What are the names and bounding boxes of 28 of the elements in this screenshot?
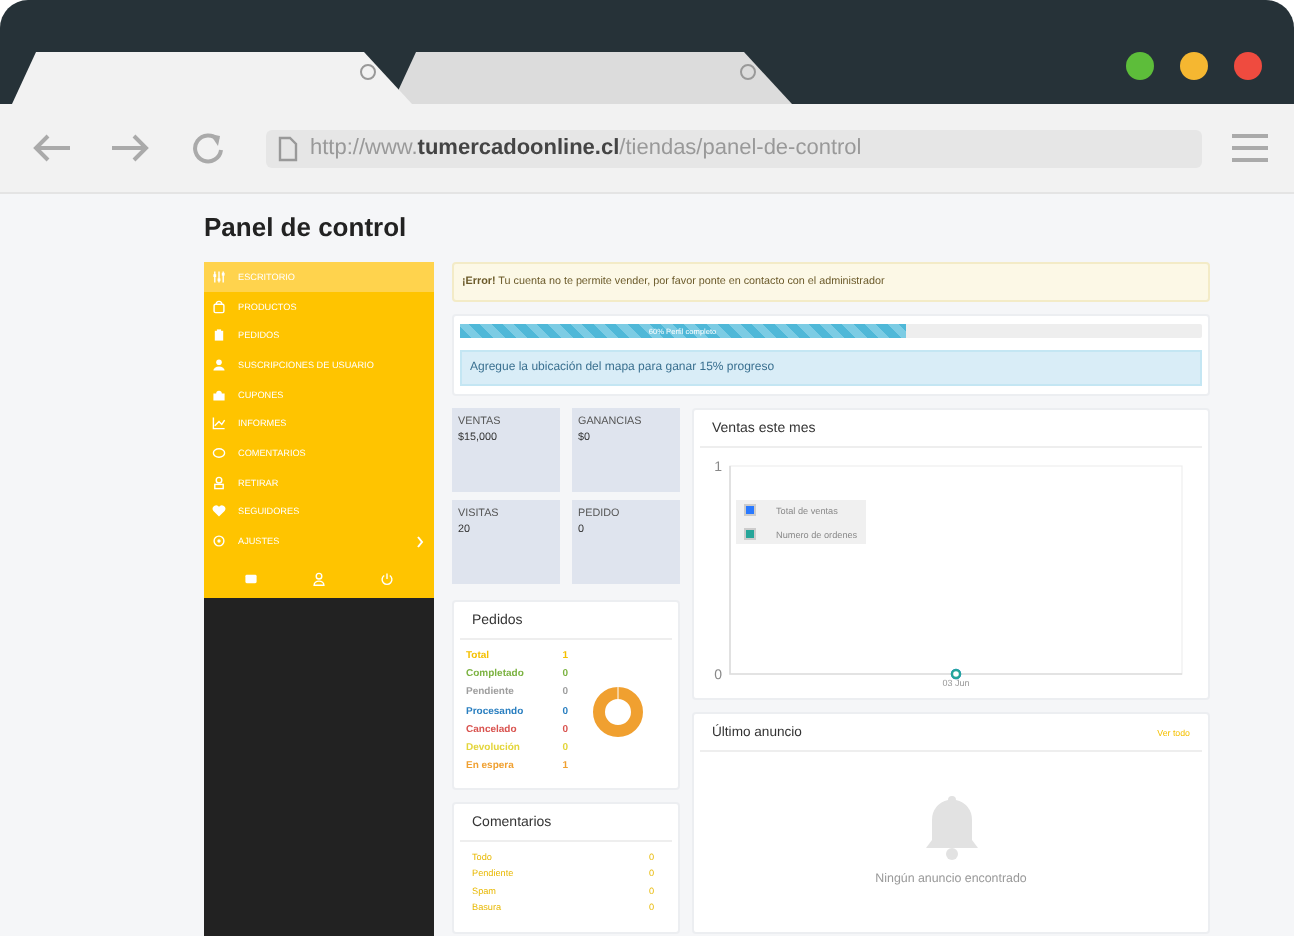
power-icon[interactable] [380,571,395,586]
bag-icon [212,299,226,314]
close-button[interactable] [1234,52,1262,80]
chat-icon [212,445,226,460]
menu-icon[interactable] [1230,132,1270,164]
maximize-button[interactable] [1126,52,1154,80]
sliders-icon [212,269,226,284]
users-icon [212,357,226,372]
chart-icon [212,416,226,431]
url-text: http://www.tumercadoonline.cl/tiendas/panel-de-control [310,136,862,160]
person-icon [212,475,226,490]
minimize-button[interactable] [1180,52,1208,80]
document-icon [278,135,298,161]
donut-drawing [592,685,644,738]
page-title: Panel de control [204,212,409,242]
legend-swatch [744,504,756,516]
back-arrow-icon[interactable] [32,132,72,164]
user-icon[interactable] [311,571,326,586]
tab-close-icon[interactable] [360,64,376,80]
forward-arrow-icon[interactable] [110,132,150,164]
card-icon[interactable] [243,571,258,586]
chevron-right-icon [416,535,424,548]
legend-swatch [744,528,756,540]
reload-icon[interactable] [188,132,228,164]
address-bar[interactable]: http://www.tumercadoonline.cl/tiendas/panel-de-control [266,129,1202,167]
gear-icon [212,534,226,549]
tab-close-icon[interactable] [740,64,756,80]
heart-icon [212,504,226,519]
